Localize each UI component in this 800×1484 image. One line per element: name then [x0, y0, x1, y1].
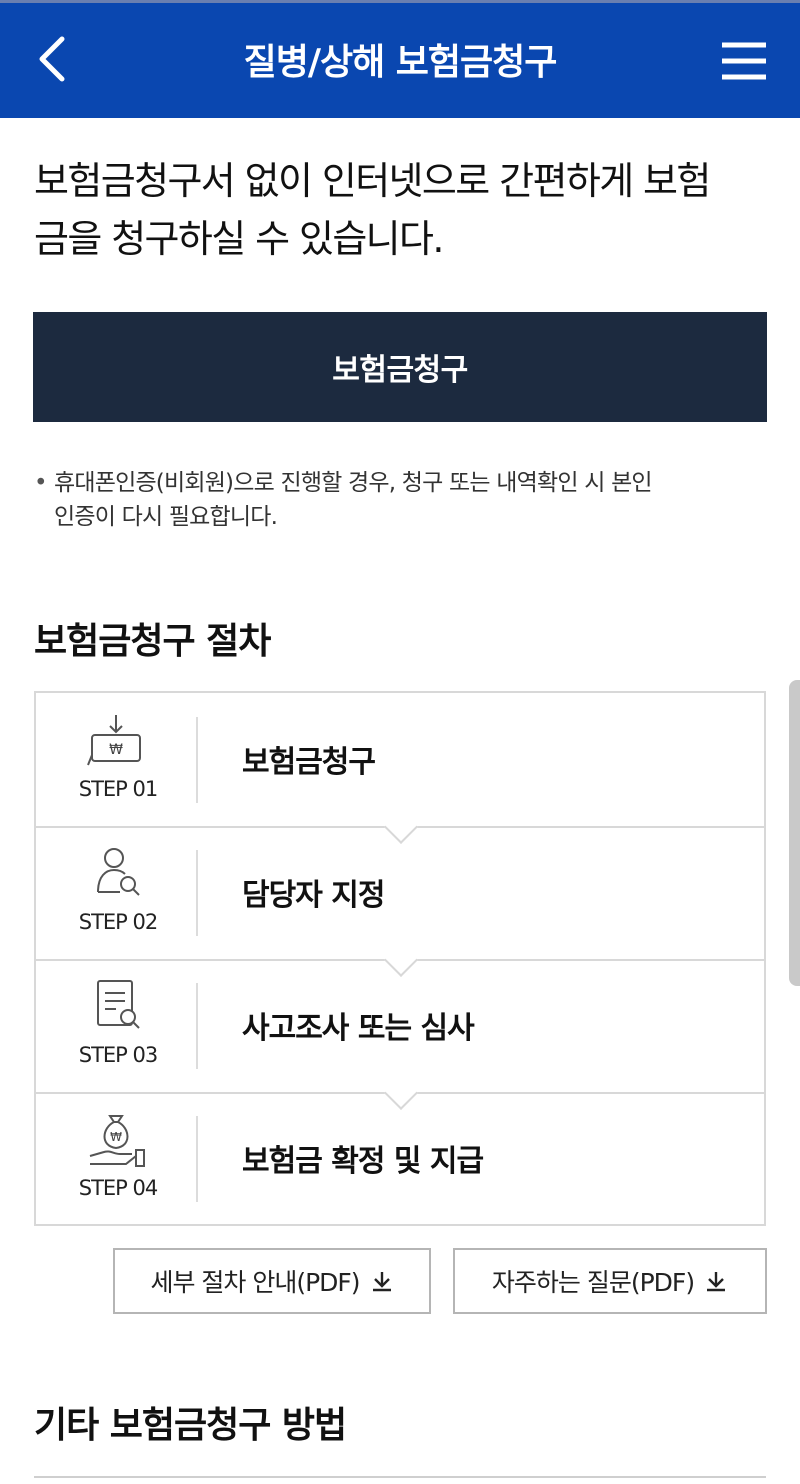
faq-pdf-button[interactable]: 자주하는 질문(PDF): [453, 1248, 767, 1314]
scrollbar[interactable]: [789, 680, 800, 986]
person-search-icon: [97, 848, 140, 896]
procedure-steps: ₩ STEP 01 보험금청구 STEP 02 담당자 지정 STEP 03 사…: [34, 691, 766, 1226]
document-search-icon: [97, 980, 140, 1029]
detail-guide-label: 세부 절차 안내(PDF): [150, 1268, 360, 1297]
notice-line-2: 인증이 다시 필요합니다.: [54, 504, 278, 530]
download-icon: [707, 1272, 726, 1292]
page-title: 질병/상해 보험금청구: [243, 42, 558, 83]
claim-button[interactable]: 보험금청구: [33, 312, 767, 422]
notice-line-1: 휴대폰인증(비회원)으로 진행할 경우, 청구 또는 내역확인 시 본인: [54, 470, 653, 496]
menu-button[interactable]: [712, 33, 776, 89]
step-number: STEP 04: [78, 1176, 159, 1200]
section-divider: [34, 1476, 766, 1478]
app-header: 질병/상해 보험금청구: [0, 0, 800, 118]
step-4: ₩ STEP 04 보험금 확정 및 지급: [36, 1092, 764, 1225]
intro-line-2: 금을 청구하실 수 있습니다.: [34, 217, 444, 261]
step-1: ₩ STEP 01 보험금청구: [36, 693, 764, 826]
step-separator: [196, 983, 198, 1069]
notice-text: • 휴대폰인증(비회원)으로 진행할 경우, 청구 또는 내역확인 시 본인 인…: [34, 466, 754, 534]
step-2: STEP 02 담당자 지정: [36, 826, 764, 959]
step-number: STEP 02: [78, 910, 159, 934]
step-3: STEP 03 사고조사 또는 심사: [36, 959, 764, 1092]
download-icon: [372, 1272, 391, 1292]
step-label: 보험금청구: [242, 745, 376, 780]
step-label: 사고조사 또는 심사: [242, 1011, 475, 1046]
other-methods-title: 기타 보험금청구 방법: [34, 1405, 347, 1446]
won-document-icon: ₩: [87, 715, 141, 766]
detail-guide-pdf-button[interactable]: 세부 절차 안내(PDF): [113, 1248, 431, 1314]
hamburger-menu-icon: [722, 42, 766, 80]
money-bag-hand-icon: ₩: [89, 1115, 145, 1167]
svg-text:₩: ₩: [110, 1130, 122, 1144]
step-number: STEP 03: [78, 1043, 159, 1067]
step-label: 보험금 확정 및 지급: [242, 1144, 484, 1179]
faq-label: 자주하는 질문(PDF): [491, 1268, 695, 1297]
bullet: •: [34, 470, 48, 496]
step-number: STEP 01: [78, 777, 159, 801]
intro-line-1: 보험금청구서 없이 인터넷으로 간편하게 보험: [34, 159, 711, 203]
intro-text: 보험금청구서 없이 인터넷으로 간편하게 보험 금을 청구하실 수 있습니다.: [34, 152, 774, 268]
svg-text:₩: ₩: [109, 742, 123, 758]
step-label: 담당자 지정: [242, 878, 385, 913]
step-separator: [196, 850, 198, 936]
step-separator: [196, 717, 198, 803]
step-separator: [196, 1116, 198, 1202]
procedure-title: 보험금청구 절차: [34, 621, 271, 662]
